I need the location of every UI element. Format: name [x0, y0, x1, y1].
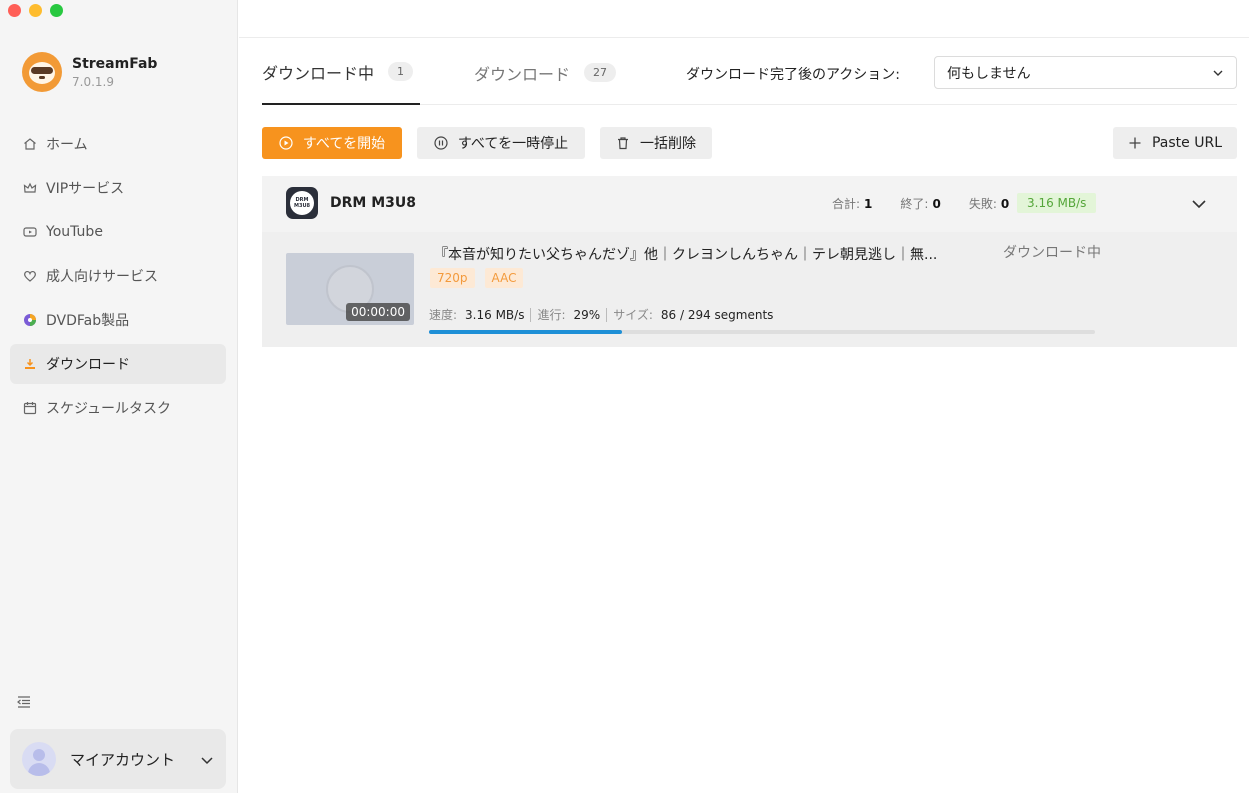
chevron-down-icon	[1212, 67, 1224, 83]
sidebar-item-label: VIPサービス	[46, 181, 125, 197]
delete-all-button[interactable]: 一括削除	[600, 127, 712, 159]
dvdfab-icon	[22, 312, 38, 328]
audio-tag: AAC	[484, 268, 524, 288]
stat-failed: 失敗: 0	[968, 197, 1010, 211]
download-icon	[22, 356, 38, 372]
sidebar: StreamFab 7.0.1.9 ホーム VIPサービス YouTube 成人…	[0, 0, 238, 793]
tab-downloaded[interactable]: ダウンロード 27	[474, 40, 617, 105]
paste-url-label: Paste URL	[1151, 135, 1222, 151]
start-all-button[interactable]: すべてを開始	[262, 127, 402, 159]
tab-count-badge: 27	[584, 63, 617, 82]
stat-total: 合計: 1	[832, 197, 873, 211]
download-group-header[interactable]: DRM M3U8 DRM M3U8 合計: 1 終了: 0 失敗: 0 3.16 MB…	[262, 176, 1237, 232]
title-bar	[239, 0, 1249, 38]
progress-bar	[429, 330, 1095, 334]
delete-all-label: 一括削除	[640, 136, 696, 152]
group-title: DRM M3U8	[330, 195, 416, 211]
sidebar-nav: ホーム VIPサービス YouTube 成人向けサービス DVDFab製品 ダウ…	[10, 124, 226, 432]
crown-icon	[22, 180, 38, 196]
account-label: マイアカウント	[70, 750, 176, 769]
youtube-icon	[22, 224, 38, 240]
video-thumbnail: 00:00:00	[286, 253, 414, 325]
window-controls	[8, 4, 63, 17]
tab-label: ダウンロード中	[262, 63, 375, 83]
paste-url-button[interactable]: Paste URL	[1113, 127, 1237, 159]
collapse-sidebar-icon[interactable]	[16, 694, 32, 714]
pause-all-label: すべてを一時停止	[457, 136, 569, 152]
progress-bar-fill	[429, 330, 623, 334]
chevron-down-icon[interactable]	[200, 752, 214, 771]
home-icon	[22, 136, 38, 152]
account-menu[interactable]: マイアカウント	[10, 729, 226, 789]
minimize-window-button[interactable]	[29, 4, 42, 17]
sidebar-item-label: DVDFab製品	[46, 313, 130, 329]
sidebar-item-label: 成人向けサービス	[46, 269, 158, 285]
after-action-value: 何もしません	[947, 65, 1031, 82]
group-stats: 合計: 1 終了: 0 失敗: 0	[832, 195, 1037, 212]
brand: StreamFab 7.0.1.9	[22, 52, 157, 92]
download-group: DRM M3U8 DRM M3U8 合計: 1 終了: 0 失敗: 0 3.16 MB…	[262, 176, 1237, 347]
pause-all-button[interactable]: すべてを一時停止	[417, 127, 585, 159]
download-item[interactable]: 00:00:00 『本音が知りたい父ちゃんだゾ』他｜クレヨンしんちゃん｜テレ朝見…	[262, 232, 1237, 347]
sidebar-item-label: スケジュールタスク	[46, 401, 172, 417]
after-action-select[interactable]: 何もしません	[934, 56, 1237, 89]
tab-count-badge: 1	[388, 62, 414, 81]
item-tags: 720p AAC	[430, 268, 524, 288]
sidebar-item-dvdfab[interactable]: DVDFab製品	[10, 300, 226, 340]
chevron-down-icon[interactable]	[1191, 196, 1207, 216]
tab-downloading[interactable]: ダウンロード中 1	[262, 40, 420, 105]
after-action-label: ダウンロード完了後のアクション:	[686, 67, 901, 83]
heart-icon	[22, 268, 38, 284]
resolution-tag: 720p	[430, 268, 475, 288]
brand-version: 7.0.1.9	[72, 74, 114, 89]
sidebar-item-label: ダウンロード	[46, 357, 130, 373]
calendar-icon	[22, 400, 38, 416]
sidebar-item-vip[interactable]: VIPサービス	[10, 168, 226, 208]
progress-label: 進行:	[537, 308, 566, 322]
speed-value: 3.16 MB/s	[465, 307, 525, 322]
item-title: 『本音が知りたい父ちゃんだゾ』他｜クレヨンしんちゃん｜テレ朝見逃し｜無...	[434, 247, 938, 263]
sidebar-item-label: YouTube	[46, 224, 103, 240]
zoom-window-button[interactable]	[50, 4, 63, 17]
progress-value: 29%	[573, 307, 601, 322]
item-status: ダウンロード中	[1003, 245, 1101, 261]
play-circle-icon	[279, 136, 293, 150]
trash-icon	[616, 136, 630, 150]
tab-label: ダウンロード	[474, 64, 571, 84]
avatar	[22, 742, 56, 776]
close-window-button[interactable]	[8, 4, 21, 17]
sidebar-item-youtube[interactable]: YouTube	[10, 212, 226, 252]
item-meta: 速度: 3.16 MB/s 進行: 29% サイズ: 86 / 294 segm…	[429, 306, 773, 323]
drm-m3u8-icon: DRM M3U8	[286, 187, 318, 219]
start-all-label: すべてを開始	[302, 136, 386, 152]
sidebar-item-download[interactable]: ダウンロード	[10, 344, 226, 384]
speed-label: 速度:	[429, 308, 458, 322]
pause-circle-icon	[434, 136, 448, 150]
plus-icon	[1128, 136, 1142, 150]
size-value: 86 / 294 segments	[660, 307, 774, 322]
sidebar-item-adult[interactable]: 成人向けサービス	[10, 256, 226, 296]
sidebar-item-home[interactable]: ホーム	[10, 124, 226, 164]
sidebar-item-schedule[interactable]: スケジュールタスク	[10, 388, 226, 428]
sidebar-item-label: ホーム	[46, 137, 88, 153]
streamfab-logo-icon	[22, 52, 62, 92]
stat-done: 終了: 0	[900, 197, 941, 211]
brand-name: StreamFab	[72, 55, 158, 72]
group-speed-badge: 3.16 MB/s	[1017, 193, 1097, 213]
size-label: サイズ:	[613, 308, 653, 322]
duration-label: 00:00:00	[346, 303, 410, 321]
